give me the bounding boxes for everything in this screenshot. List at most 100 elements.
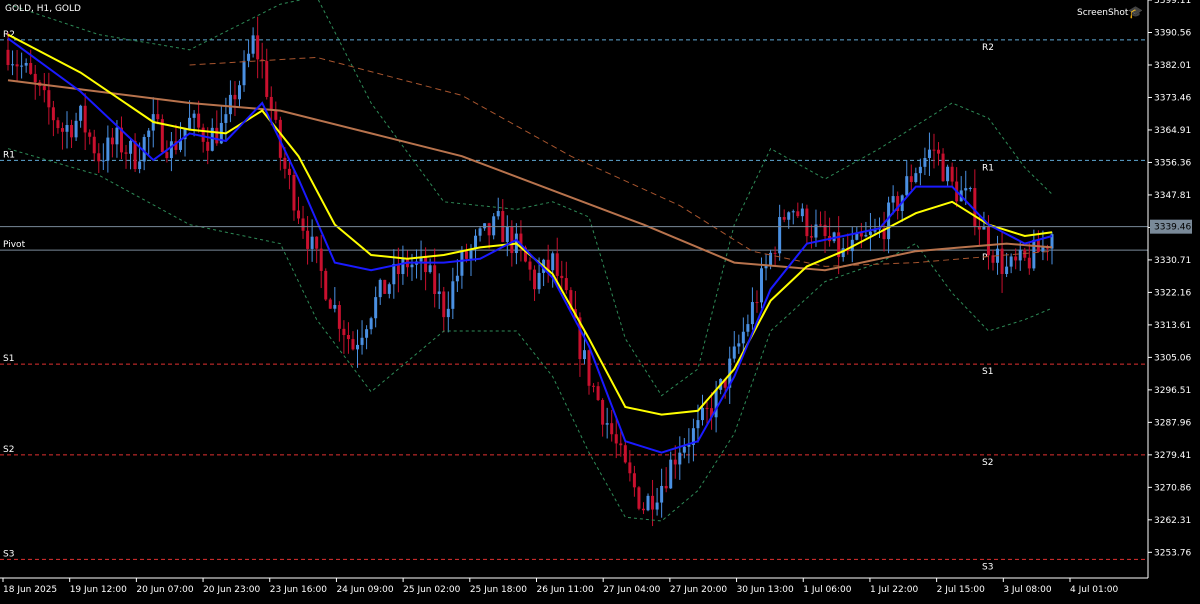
candle-body: [986, 226, 990, 256]
candle-body: [369, 318, 373, 330]
candle-body: [201, 127, 205, 142]
candle-body: [306, 230, 310, 249]
candle-body: [20, 65, 24, 67]
candle-body: [914, 173, 918, 183]
candle-body: [787, 212, 791, 220]
x-tick-label: 20 Jun 07:00: [136, 585, 193, 595]
candlestick-chart[interactable]: R2 R1 Pivot S1 S2 S3 R2 R1 P S1 S2 S3 3399.11 3390.56…: [0, 0, 1200, 600]
candle-body: [637, 487, 641, 509]
candle-body: [923, 157, 927, 167]
candle-body: [1009, 256, 1013, 267]
candle-body: [428, 265, 432, 273]
x-tick-label: 27 Jun 04:00: [603, 585, 660, 595]
candle-body: [592, 385, 596, 387]
candle-body: [147, 130, 151, 137]
candle-body: [97, 153, 101, 162]
candle-body: [1032, 239, 1036, 269]
candle-body: [387, 284, 391, 294]
y-tick-label: 3305.06: [1154, 353, 1191, 363]
y-tick-label: 3382.01: [1154, 61, 1191, 71]
candle-body: [324, 270, 328, 300]
candle-body: [424, 256, 428, 273]
y-tick-label: 3322.16: [1154, 288, 1191, 298]
candle-body: [964, 188, 968, 191]
candle-body: [33, 73, 37, 83]
candle-body: [655, 502, 659, 510]
x-tick-label: 19 Jun 12:00: [70, 585, 127, 595]
chart-canvas[interactable]: R2R1PivotS1S2S3R2R1PS1S2S33399.113390.56…: [0, 0, 1200, 600]
candle-body: [750, 302, 754, 325]
candle-body: [1018, 249, 1022, 261]
candle-body: [24, 62, 28, 66]
candle-body: [11, 64, 15, 66]
y-tick-label: 3313.61: [1154, 321, 1191, 331]
y-tick-label: 3364.91: [1154, 126, 1191, 136]
candle-body: [528, 261, 532, 270]
pivot-level-label-right: S2: [982, 458, 993, 468]
candle-body: [292, 174, 296, 211]
y-tick-label: 3279.41: [1154, 451, 1191, 461]
candle-body: [47, 90, 51, 108]
x-tick-label: 4 Jul 01:00: [1070, 585, 1119, 595]
candle-body: [782, 217, 786, 220]
candle-body: [42, 86, 46, 91]
candle-body: [79, 105, 83, 121]
candle-body: [56, 120, 60, 129]
candle-body: [228, 94, 232, 115]
x-tick-label: 30 Jun 13:00: [737, 585, 794, 595]
candle-body: [51, 107, 55, 121]
pivot-level-label-right: S1: [982, 367, 993, 377]
x-tick-label: 26 Jun 11:00: [537, 585, 594, 595]
candle-body: [759, 268, 763, 303]
candle-body: [188, 117, 192, 129]
pivot-level-label-right: R1: [982, 163, 994, 173]
candle-body: [233, 94, 237, 100]
candle-body: [106, 137, 110, 161]
candle-body: [451, 281, 455, 309]
candle-body: [741, 331, 745, 344]
candle-body: [333, 305, 337, 309]
candle-body: [1000, 248, 1004, 274]
candle-body: [224, 114, 228, 123]
candle-body: [614, 434, 618, 444]
x-tick-label: 18 Jun 2025: [3, 585, 57, 595]
candle-body: [651, 495, 655, 510]
candle-body: [746, 324, 750, 332]
candle-body: [315, 236, 319, 249]
candle-body: [937, 149, 941, 154]
candle-body: [356, 344, 360, 350]
candle-body: [673, 459, 677, 465]
candle-body: [242, 60, 246, 86]
chart-title: GOLD, H1, GOLD: [5, 4, 81, 14]
candle-body: [138, 161, 142, 170]
candle-body: [496, 211, 500, 217]
candle-body: [410, 264, 414, 268]
y-tick-label: 3287.96: [1154, 418, 1191, 428]
candle-body: [737, 343, 741, 347]
candle-body: [15, 64, 19, 67]
candle-body: [337, 305, 341, 329]
candle-body: [946, 166, 950, 182]
candle-body: [256, 35, 260, 60]
candle-body: [605, 423, 609, 425]
candle-body: [796, 211, 800, 217]
candle-body: [60, 128, 64, 132]
candle-body: [610, 423, 614, 435]
y-tick-label: 3356.36: [1154, 158, 1191, 168]
candle-body: [346, 335, 350, 340]
candle-body: [310, 236, 314, 249]
candle-body: [918, 166, 922, 174]
candle-body: [446, 308, 450, 318]
candle-body: [401, 258, 405, 275]
candle-body: [165, 152, 169, 159]
pivot-level-label-right: R2: [982, 43, 994, 53]
candle-body: [265, 60, 269, 97]
candle-body: [110, 137, 114, 145]
candle-body: [365, 329, 369, 338]
x-tick-label: 27 Jun 20:00: [670, 585, 727, 595]
graduation-cap-icon[interactable]: 🎓: [1128, 5, 1143, 19]
candle-body: [891, 196, 895, 203]
candle-body: [696, 420, 700, 429]
screenshot-label[interactable]: ScreenShot: [1077, 8, 1128, 18]
candle-body: [1027, 257, 1031, 269]
